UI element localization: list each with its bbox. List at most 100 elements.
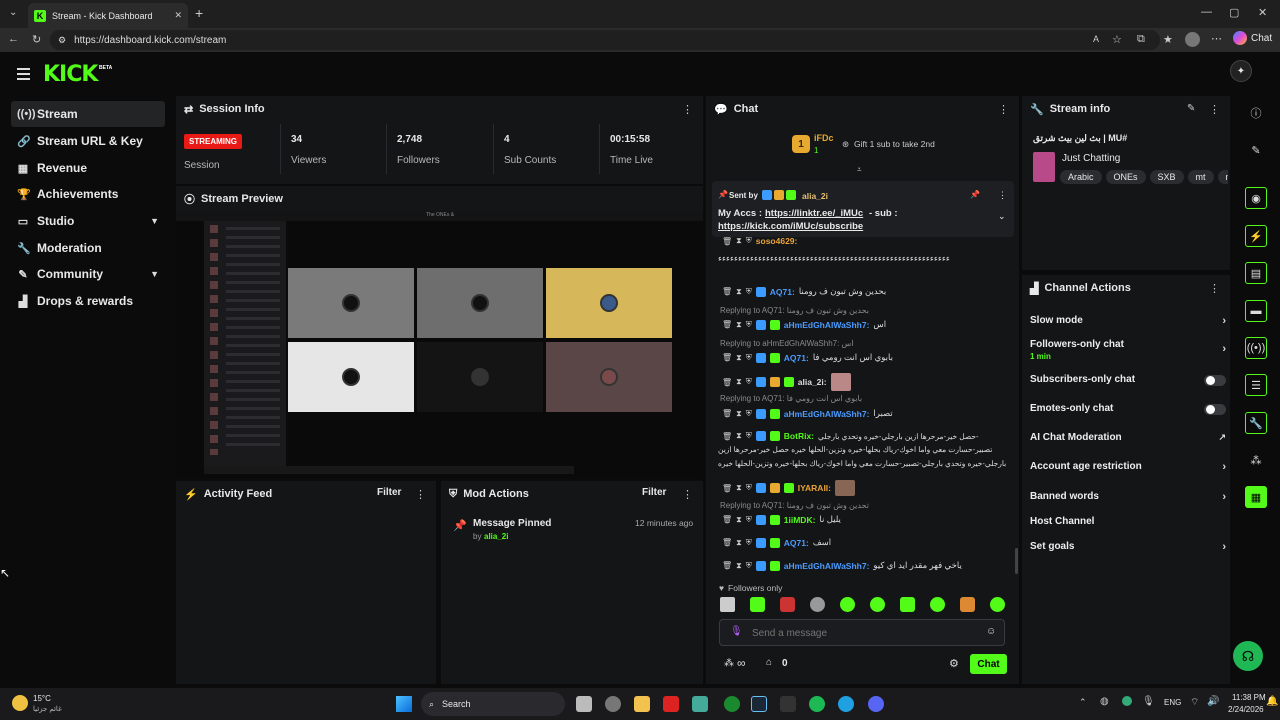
chat-username[interactable]: BotRix: [784,431,814,441]
reply-preview[interactable]: Replying to AQ71: تحدين وش تبون ف رومنا [720,501,869,510]
xbox-icon[interactable] [724,696,740,712]
user-avatar[interactable]: ✦ [1230,60,1252,82]
profile-avatar-icon[interactable] [1185,32,1200,47]
timeout-icon[interactable]: ⧗ [736,431,742,441]
activity-filter-button[interactable]: Filter [377,487,401,498]
support-headset-button[interactable]: ☊ [1233,641,1263,671]
subscribers-only-toggle[interactable] [1204,375,1226,386]
taskbar-search[interactable]: ⌕ Search [421,692,565,716]
notes-icon[interactable]: ▤ [1245,262,1267,284]
tab-list-icon[interactable]: ⌄ [9,7,17,18]
trash-icon[interactable]: 🗑 [722,409,732,418]
mod-kebab-icon[interactable]: ⋮ [682,488,693,501]
sidebar-item-moderation[interactable]: 🔧 Moderation [11,235,165,261]
notifications-bell-icon[interactable]: 🔔 [1266,696,1278,707]
emote-button[interactable] [930,597,945,612]
timeout-icon[interactable]: ⧗ [736,236,742,246]
top-gifter-name[interactable]: iFDc [814,133,834,143]
edit-icon[interactable]: ✎ [1245,139,1267,161]
volume-icon[interactable]: 🔊 [1207,696,1219,707]
trash-icon[interactable]: 🗑 [722,538,732,547]
sidebar-item-stream-url-key[interactable]: 🔗 Stream URL & Key [11,128,165,154]
kick-logo[interactable]: KICK [43,62,98,87]
favorites-icon[interactable]: ★ [1163,33,1173,46]
chat-username[interactable]: aHmEdGhAlWaShh7: [784,561,870,571]
tag-chip[interactable]: Arabic [1060,170,1102,184]
sidebar-item-achievements[interactable]: 🏆 Achievements [11,181,165,207]
scroll-filter-icon[interactable]: ⩡ [857,165,862,175]
weather-icon[interactable] [12,695,28,711]
sidebar-item-community[interactable]: ✎ Community ▼ [11,261,165,287]
community-icon[interactable]: ⁂ [1245,449,1267,471]
hamburger-menu-icon[interactable] [17,68,30,80]
more-menu-icon[interactable]: ⋯ [1211,32,1222,45]
chat-message[interactable]: 🗑 ⧗ ⛨ alia_2i: [722,373,851,391]
ban-icon[interactable]: ⛨ [746,409,752,419]
camera-icon[interactable]: ◉ [1245,187,1267,209]
clock-time[interactable]: 11:38 PM [1232,693,1266,702]
tray-app-icon[interactable]: ◍ [1100,696,1109,707]
emote-button[interactable] [750,597,765,612]
trash-icon[interactable]: 🗑 [722,287,732,296]
spotify-icon[interactable] [809,696,825,712]
emote-button[interactable] [990,597,1005,612]
chat-username[interactable]: AQ71: [784,353,809,363]
favorite-star-icon[interactable]: ☆ [1112,33,1122,46]
emote-button[interactable] [870,597,885,612]
timeout-icon[interactable]: ⧗ [736,320,742,330]
chat-username[interactable]: IYARAII: [798,483,831,493]
language-indicator[interactable]: ENG [1164,698,1181,707]
chat-icon[interactable]: ▬ [1245,300,1267,322]
tag-chip[interactable]: SXB [1149,170,1184,184]
chat-scrollbar[interactable] [1015,548,1018,574]
weather-temp[interactable]: 15°C [33,694,51,703]
epic-games-icon[interactable] [780,696,796,712]
edge-browser-icon[interactable] [838,696,854,712]
points-store-icon[interactable]: ⌂ [766,657,772,668]
category-thumbnail[interactable] [1033,152,1055,182]
microphone-icon[interactable]: 🎙 [730,626,743,637]
chat-message[interactable]: 🗑 ⧗ ⛨ soso4629: [722,236,797,246]
ban-icon[interactable]: ⛨ [746,561,752,571]
edit-pencil-icon[interactable]: ✎ [1187,103,1195,114]
ban-icon[interactable]: ⛨ [746,483,752,493]
chat-message-input[interactable] [752,625,972,641]
tag-chip[interactable]: mt [1187,170,1214,184]
ban-icon[interactable]: ⛨ [746,431,752,441]
trash-icon[interactable]: 🗑 [722,515,732,524]
timeout-icon[interactable]: ⧗ [736,538,742,548]
timeout-icon[interactable]: ⧗ [736,409,742,419]
chevron-down-icon[interactable]: ⌄ [998,211,1006,222]
windows-start-icon[interactable] [396,696,412,712]
stream-info-kebab-icon[interactable]: ⋮ [1209,103,1220,116]
trash-icon[interactable]: 🗑 [722,561,732,570]
tray-mic-icon[interactable]: 🎙 [1142,696,1155,707]
action-banned-words[interactable]: Banned words › [1030,491,1226,503]
category-name[interactable]: Just Chatting [1062,153,1120,164]
trash-icon[interactable]: 🗑 [722,353,732,362]
chat-settings-gear-icon[interactable]: ⚙ [949,657,959,670]
sidebar-item-studio[interactable]: ▭ Studio ▼ [11,208,165,234]
send-chat-button[interactable]: Chat [970,654,1007,674]
users-icon[interactable]: ⁂ [724,658,734,669]
chat-message[interactable]: 🗑 ⧗ ⛨ IYARAII: [722,480,856,496]
action-subscribers-only[interactable]: Subscribers-only chat [1030,374,1226,386]
chat-username[interactable]: AQ71: [784,538,809,548]
close-tab-icon[interactable]: ✕ [174,10,182,21]
chat-message[interactable]: 🗑 ⧗ ⛨ aHmEdGhAlWaShh7: ياخي فهر مقدر ايد اي … [722,560,962,571]
store-icon[interactable] [692,696,708,712]
reload-icon[interactable]: ↻ [32,33,41,46]
chat-username[interactable]: alia_2i: [798,377,827,387]
timeout-icon[interactable]: ⧗ [736,377,742,387]
new-tab-icon[interactable]: + [195,5,203,21]
close-window-icon[interactable]: ✕ [1258,6,1267,19]
emotes-only-toggle[interactable] [1204,404,1226,415]
weather-text[interactable]: غائم جزئيا [33,705,62,713]
sidebar-item-revenue[interactable]: ▦ Revenue [11,155,165,181]
copilot-chat-button[interactable]: Chat [1233,31,1272,45]
action-slow-mode[interactable]: Slow mode › [1030,315,1226,327]
chat-username[interactable]: aHmEdGhAlWaShh7: [784,320,870,330]
discord-icon[interactable] [868,696,884,712]
reply-preview[interactable]: Replying to AQ71: بحدين وش تبون ف رومنا [720,306,869,315]
info-icon[interactable]: ⓘ [1245,102,1267,124]
